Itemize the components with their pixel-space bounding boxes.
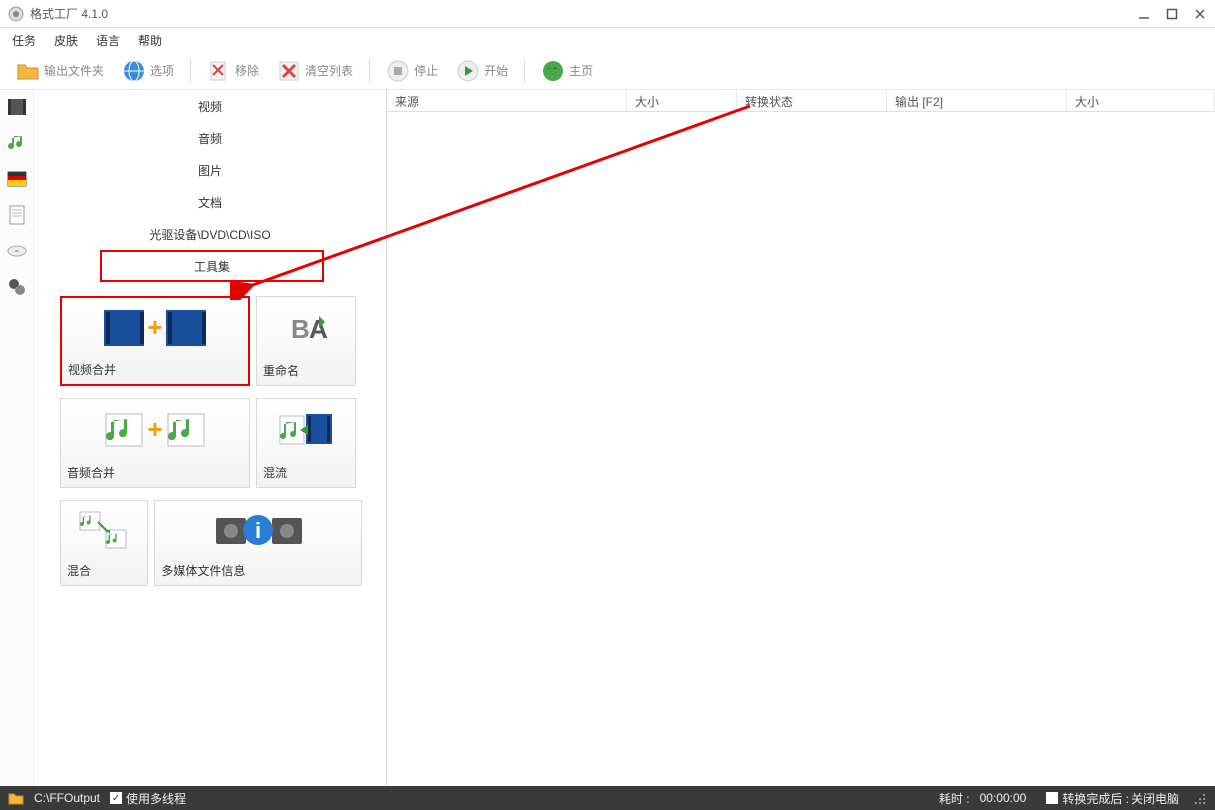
main-area: 视频 音频 图片 文档 光驱设备\DVD\CD\ISO 工具集 + — [0, 90, 1215, 786]
output-folder-button[interactable]: 输出文件夹 — [10, 57, 110, 85]
col-source[interactable]: 来源 — [387, 90, 627, 111]
col-output[interactable]: 输出 [F2] — [887, 90, 1067, 111]
rename-icon: BA — [257, 297, 355, 358]
disc-icon[interactable] — [6, 240, 28, 262]
doc-icon[interactable] — [6, 204, 28, 226]
tool-rename[interactable]: BA 重命名 — [256, 296, 356, 386]
home-button[interactable]: 主页 — [535, 57, 599, 85]
tool-audio-join[interactable]: + 音频合并 — [60, 398, 250, 488]
resize-grip-icon[interactable] — [1195, 792, 1207, 804]
statusbar: C:\FFOutput ✓ 使用多线程 耗时 : 00:00:00 转换完成后 … — [0, 786, 1215, 810]
checkbox-empty-icon — [1046, 792, 1058, 804]
minimize-button[interactable] — [1137, 7, 1151, 21]
tool-mix[interactable]: 混合 — [60, 500, 148, 586]
menu-task[interactable]: 任务 — [12, 32, 36, 49]
tool-grid: + 视频合并 BA 重命名 — [34, 290, 386, 592]
category-list: 视频 音频 图片 文档 光驱设备\DVD\CD\ISO 工具集 — [34, 90, 386, 282]
globe-icon — [122, 59, 146, 83]
app-title: 格式工厂 4.1.0 — [30, 5, 1137, 22]
tool-media-info[interactable]: i 多媒体文件信息 — [154, 500, 362, 586]
clear-button[interactable]: 清空列表 — [271, 57, 359, 85]
category-tools[interactable]: 工具集 — [100, 250, 324, 282]
category-video[interactable]: 视频 — [34, 90, 386, 122]
col-size2[interactable]: 大小 — [1067, 90, 1215, 111]
table-header: 来源 大小 转换状态 输出 [F2] 大小 — [387, 90, 1215, 112]
category-drive[interactable]: 光驱设备\DVD\CD\ISO — [34, 218, 386, 250]
menubar: 任务 皮肤 语言 帮助 — [0, 28, 1215, 52]
separator — [369, 59, 370, 83]
start-button[interactable]: 开始 — [450, 57, 514, 85]
tool-video-join[interactable]: + 视频合并 — [60, 296, 250, 386]
col-status[interactable]: 转换状态 — [737, 90, 887, 111]
left-panel: 视频 音频 图片 文档 光驱设备\DVD\CD\ISO 工具集 + — [34, 90, 386, 786]
remove-icon — [207, 59, 231, 83]
image-icon[interactable] — [6, 168, 28, 190]
folder-icon — [16, 59, 40, 83]
mix-icon — [61, 501, 147, 558]
menu-help[interactable]: 帮助 — [138, 32, 162, 49]
maximize-button[interactable] — [1165, 7, 1179, 21]
svg-text:i: i — [255, 518, 261, 543]
category-doc[interactable]: 文档 — [34, 186, 386, 218]
tool-mix-label: 混合 — [61, 558, 147, 585]
tool-mux[interactable]: 混流 — [256, 398, 356, 488]
home-globe-icon — [541, 59, 565, 83]
audio-icon[interactable] — [6, 132, 28, 154]
stop-button[interactable]: 停止 — [380, 57, 444, 85]
separator — [190, 59, 191, 83]
stop-icon — [386, 59, 410, 83]
svg-text:+: + — [147, 414, 162, 444]
close-button[interactable] — [1193, 7, 1207, 21]
elapsed-label: 耗时 : — [939, 790, 970, 807]
video-join-icon: + — [62, 298, 248, 357]
svg-text:+: + — [147, 312, 162, 342]
clear-icon — [277, 59, 301, 83]
after-check[interactable]: 转换完成后 : 关闭电脑 — [1046, 790, 1179, 807]
tool-media-info-label: 多媒体文件信息 — [155, 558, 361, 585]
tool-mux-label: 混流 — [257, 460, 355, 487]
svg-text:B: B — [291, 314, 310, 344]
mux-icon — [257, 399, 355, 460]
remove-button[interactable]: 移除 — [201, 57, 265, 85]
multithread-check[interactable]: ✓ 使用多线程 — [110, 790, 186, 807]
tool-video-join-label: 视频合并 — [62, 357, 248, 384]
sidebar-icons — [0, 90, 34, 786]
titlebar: 格式工厂 4.1.0 — [0, 0, 1215, 28]
menu-skin[interactable]: 皮肤 — [54, 32, 78, 49]
svg-text:A: A — [309, 314, 328, 344]
category-audio[interactable]: 音频 — [34, 122, 386, 154]
menu-language[interactable]: 语言 — [96, 32, 120, 49]
output-path[interactable]: C:\FFOutput — [34, 791, 100, 805]
separator — [524, 59, 525, 83]
checkbox-checked-icon: ✓ — [110, 792, 122, 804]
table-area: 来源 大小 转换状态 输出 [F2] 大小 — [386, 90, 1215, 786]
options-button[interactable]: 选项 — [116, 57, 180, 85]
tool-rename-label: 重命名 — [257, 358, 355, 385]
audio-join-icon: + — [61, 399, 249, 460]
media-info-icon: i — [155, 501, 361, 558]
tool-audio-join-label: 音频合并 — [61, 460, 249, 487]
elapsed-value: 00:00:00 — [980, 791, 1027, 805]
col-size[interactable]: 大小 — [627, 90, 737, 111]
folder-small-icon — [8, 790, 24, 806]
app-icon — [8, 6, 24, 22]
category-image[interactable]: 图片 — [34, 154, 386, 186]
play-icon — [456, 59, 480, 83]
toolbar: 输出文件夹 选项 移除 清空列表 停止 开始 主页 — [0, 52, 1215, 90]
tools-icon[interactable] — [6, 276, 28, 298]
video-icon[interactable] — [6, 96, 28, 118]
